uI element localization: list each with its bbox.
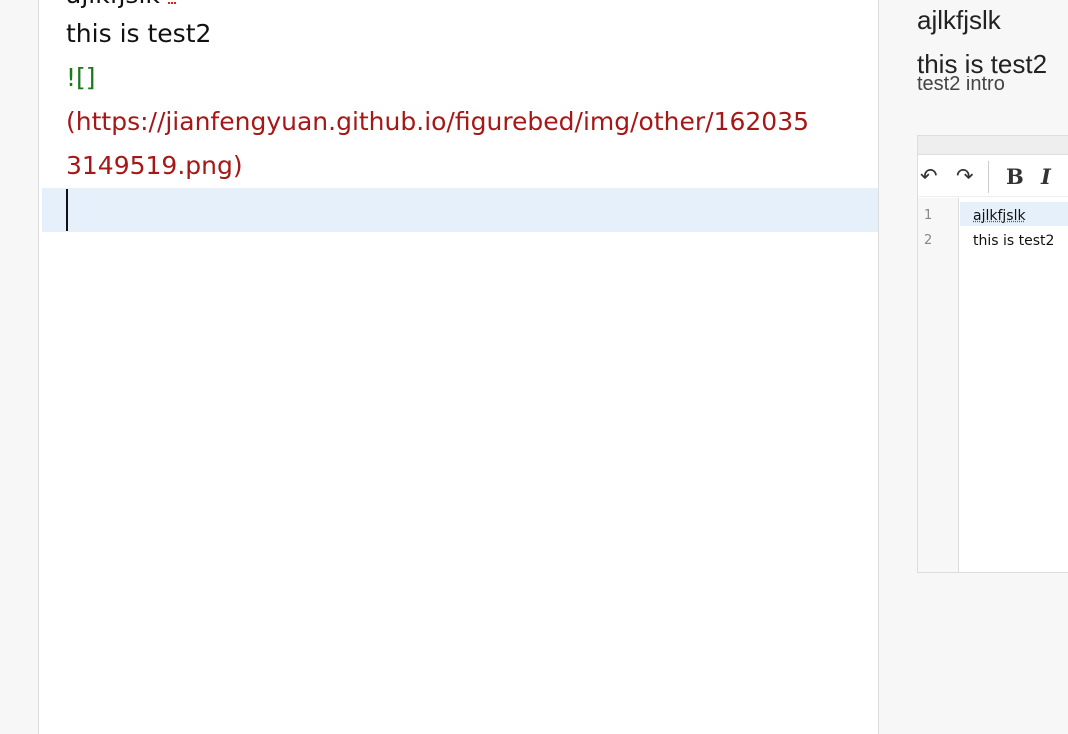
toolbar-divider — [988, 161, 989, 193]
spellcheck-underline — [168, 0, 176, 4]
mini-editor-gutter — [918, 198, 959, 572]
italic-button[interactable]: I — [1041, 164, 1051, 189]
preview-title: ajlkfjslk — [917, 5, 1001, 35]
redo-icon[interactable]: ↷ — [956, 164, 974, 188]
editor-line-1: this is test2 — [66, 19, 212, 48]
preview-clipped-label: test2 intro — [917, 76, 1005, 93]
line-number: 2 — [924, 233, 933, 248]
text-cursor — [66, 189, 68, 231]
mini-line-2: this is test2 — [973, 233, 1055, 249]
mini-editor-toolbar: ↶ ↷ B I — [918, 158, 1068, 197]
line-number: 1 — [924, 208, 933, 223]
mini-editor[interactable]: ↶ ↷ B I 1 2 ajlkfjslk this is test2 — [917, 135, 1068, 573]
preview-clipped-text: test2 intro — [917, 76, 1005, 93]
editor-line-url: (https://jianfengyuan.github.io/figurebe… — [66, 107, 810, 136]
active-line-highlight[interactable] — [42, 188, 878, 232]
editor-line-image-syntax: ![] — [66, 63, 96, 92]
mini-editor-header — [918, 136, 1068, 155]
preview-panel: ajlkfjslk this is test2 test2 intro ↶ ↷ … — [879, 0, 1068, 734]
left-gutter — [0, 0, 39, 734]
markdown-editor[interactable]: ajlkfjslk this is test2 ![] (https://jia… — [39, 0, 879, 734]
bold-button[interactable]: B — [1006, 164, 1024, 189]
editor-line-url-cont: 3149519.png) — [66, 151, 243, 180]
mini-line-1: ajlkfjslk — [973, 208, 1026, 224]
undo-icon[interactable]: ↶ — [920, 164, 938, 188]
